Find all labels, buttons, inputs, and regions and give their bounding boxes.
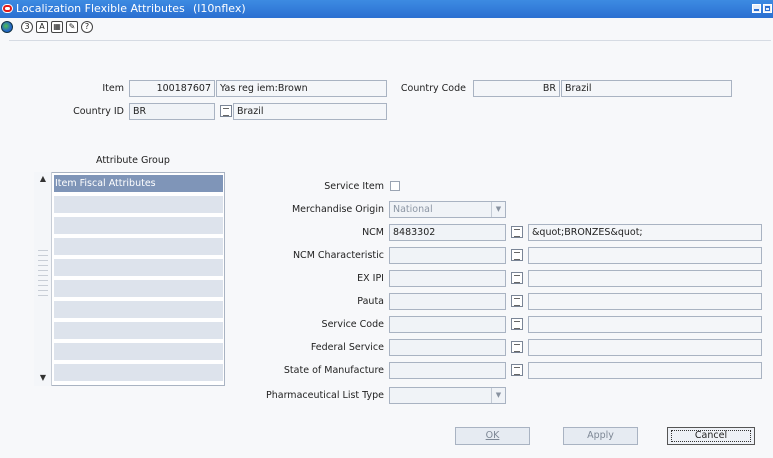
list-item[interactable] [54,238,223,257]
cancel-button[interactable]: Cancel [667,427,755,445]
service-item-label: Service Item [324,181,384,192]
state-manufacture-field[interactable] [389,362,506,379]
state-manufacture-lov-icon[interactable] [511,364,523,376]
country-code-label: Country Code [400,83,466,94]
country-code-desc[interactable]: Brazil [561,80,732,97]
ex-ipi-field[interactable] [389,270,506,287]
spell-icon[interactable]: A [36,21,48,33]
country-id-field[interactable]: BR [129,103,215,120]
merch-origin-select[interactable]: National ▼ [389,201,506,218]
merch-origin-label: Merchandise Origin [291,204,384,215]
ncm-lov-icon[interactable] [511,226,523,238]
question-icon[interactable]: ? [81,21,93,33]
country-code-field[interactable]: BR [473,80,560,97]
ncm-char-desc[interactable] [528,247,762,264]
maximize-icon[interactable] [763,4,772,13]
scroll-up-icon[interactable]: ▲ [37,174,49,184]
state-manufacture-desc[interactable] [528,362,762,379]
attribute-group-title: Attribute Group [96,155,170,166]
service-code-label: Service Code [321,319,384,330]
toolbar [0,18,773,38]
list-item[interactable] [54,217,223,236]
list-item[interactable] [54,343,223,362]
pauta-label: Pauta [357,296,384,307]
scroll-down-icon[interactable]: ▼ [37,373,49,383]
federal-service-label: Federal Service [310,342,384,353]
list-item[interactable] [54,322,223,341]
divider [9,40,771,41]
scroll-grip[interactable] [38,250,48,300]
ncm-field[interactable]: 8483302 [389,224,506,241]
list-item[interactable] [54,280,223,299]
service-item-checkbox[interactable] [390,181,400,191]
country-id-label: Country ID [73,106,124,117]
ncm-label: NCM [362,227,384,238]
oracle-logo-icon [2,4,13,13]
item-label: Item [102,83,124,94]
federal-service-desc[interactable] [528,339,762,356]
ex-ipi-desc[interactable] [528,270,762,287]
ncm-desc-field[interactable]: &quot;BRONZES&quot; [528,224,762,241]
list-item[interactable] [54,259,223,278]
window-code: (l10nflex) [193,2,246,15]
item-field[interactable]: 100187607 [129,80,215,97]
merch-origin-value: National [393,204,433,215]
globe-icon[interactable] [1,21,13,33]
help-icon[interactable]: 3 [21,21,33,33]
pharma-list-select[interactable]: ▼ [389,387,506,404]
apply-button[interactable]: Apply [563,427,638,445]
state-manufacture-label: State of Manufacture [283,365,384,376]
ok-button-label: OK [485,430,500,441]
ncm-char-lov-icon[interactable] [511,249,523,261]
calendar-icon[interactable]: ▦ [51,21,63,33]
pharma-list-label: Pharmaceutical List Type [266,390,384,401]
list-item[interactable] [54,301,223,320]
service-code-desc[interactable] [528,316,762,333]
service-code-field[interactable] [389,316,506,333]
item-desc-field[interactable]: Yas reg iem:Brown [216,80,387,97]
ok-button[interactable]: OK [455,427,530,445]
chevron-down-icon[interactable]: ▼ [491,202,505,217]
ex-ipi-lov-icon[interactable] [511,272,523,284]
apply-button-label: Apply [587,430,614,441]
federal-service-lov-icon[interactable] [511,341,523,353]
ncm-char-field[interactable] [389,247,506,264]
list-item[interactable] [54,364,223,383]
pauta-desc[interactable] [528,293,762,310]
cancel-button-label: Cancel [694,430,728,441]
pauta-field[interactable] [389,293,506,310]
country-lov-icon[interactable] [220,105,232,117]
chevron-down-icon[interactable]: ▼ [491,388,505,403]
ex-ipi-label: EX IPI [357,273,384,284]
minimize-icon[interactable] [752,4,761,13]
federal-service-field[interactable] [389,339,506,356]
note-icon[interactable]: ✎ [66,21,78,33]
list-item[interactable]: Item Fiscal Attributes [54,175,223,194]
country-id-desc[interactable]: Brazil [233,103,387,120]
window-title: Localization Flexible Attributes [16,2,185,15]
pauta-lov-icon[interactable] [511,295,523,307]
ncm-char-label: NCM Characteristic [292,250,384,261]
list-item[interactable] [54,196,223,215]
service-code-lov-icon[interactable] [511,318,523,330]
